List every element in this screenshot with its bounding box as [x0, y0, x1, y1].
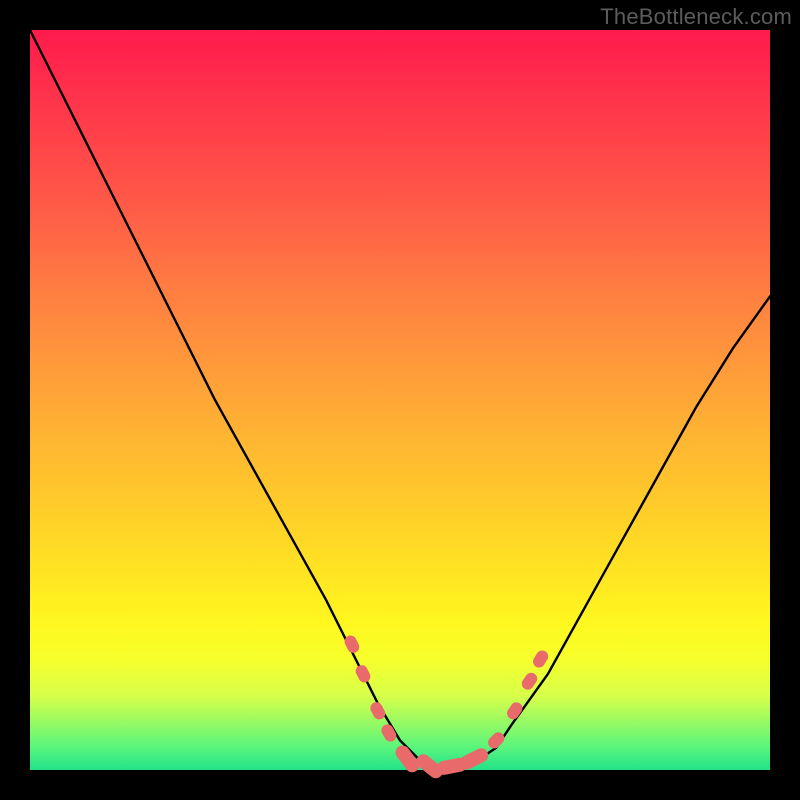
curve-marker: [354, 663, 373, 684]
marker-group: [343, 633, 551, 781]
curve-line: [30, 30, 770, 770]
chart-svg: [30, 30, 770, 770]
chart-frame: TheBottleneck.com: [0, 0, 800, 800]
watermark-text: TheBottleneck.com: [600, 4, 792, 30]
curve-marker: [531, 648, 551, 670]
curve-marker: [368, 700, 387, 722]
curve-marker: [486, 730, 507, 751]
curve-marker: [505, 700, 525, 722]
curve-marker: [379, 722, 398, 744]
